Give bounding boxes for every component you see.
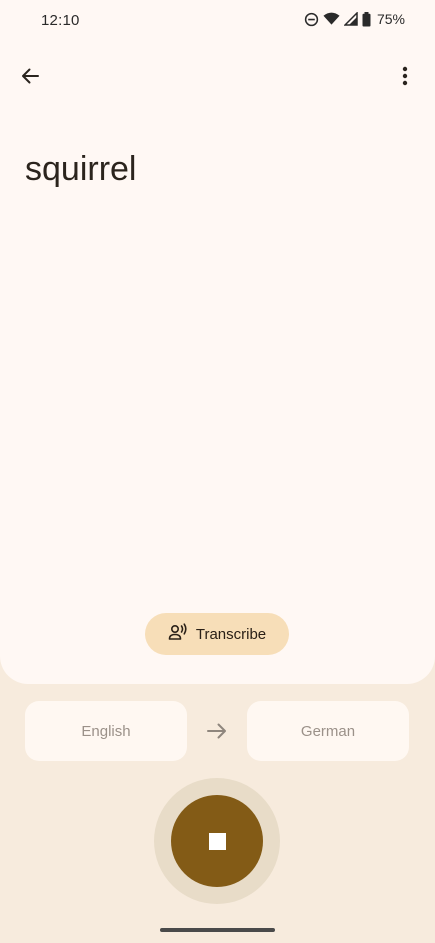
arrow-right-icon [205,719,229,743]
transcribe-button[interactable]: Transcribe [145,613,289,655]
more-options-button[interactable] [385,56,425,100]
source-language-label: English [81,722,131,740]
target-language-button[interactable]: German [247,701,409,761]
home-indicator[interactable] [160,928,275,932]
transcript-text: squirrel [25,150,137,188]
battery-percent: 75% [376,11,405,27]
stop-icon [208,832,226,850]
target-language-label: German [300,722,356,740]
arrow-back-icon [20,66,40,91]
app-bar [0,56,435,100]
status-time: 12:10 [41,12,80,29]
transcribe-label: Transcribe [195,625,267,643]
status-icons: 75% [304,11,405,27]
back-button[interactable] [10,56,50,100]
transcript-card: 12:10 75% squirrel Transcribe [0,0,435,684]
source-language-button[interactable]: English [25,701,187,761]
status-bar: 12:10 75% [0,0,435,44]
dnd-icon [304,12,319,27]
battery-icon [362,11,371,27]
stop-recording-button[interactable] [171,795,263,887]
voice-person-icon [168,623,188,645]
signal-icon [343,12,358,26]
more-vert-icon [402,66,408,91]
wifi-icon [323,12,340,26]
